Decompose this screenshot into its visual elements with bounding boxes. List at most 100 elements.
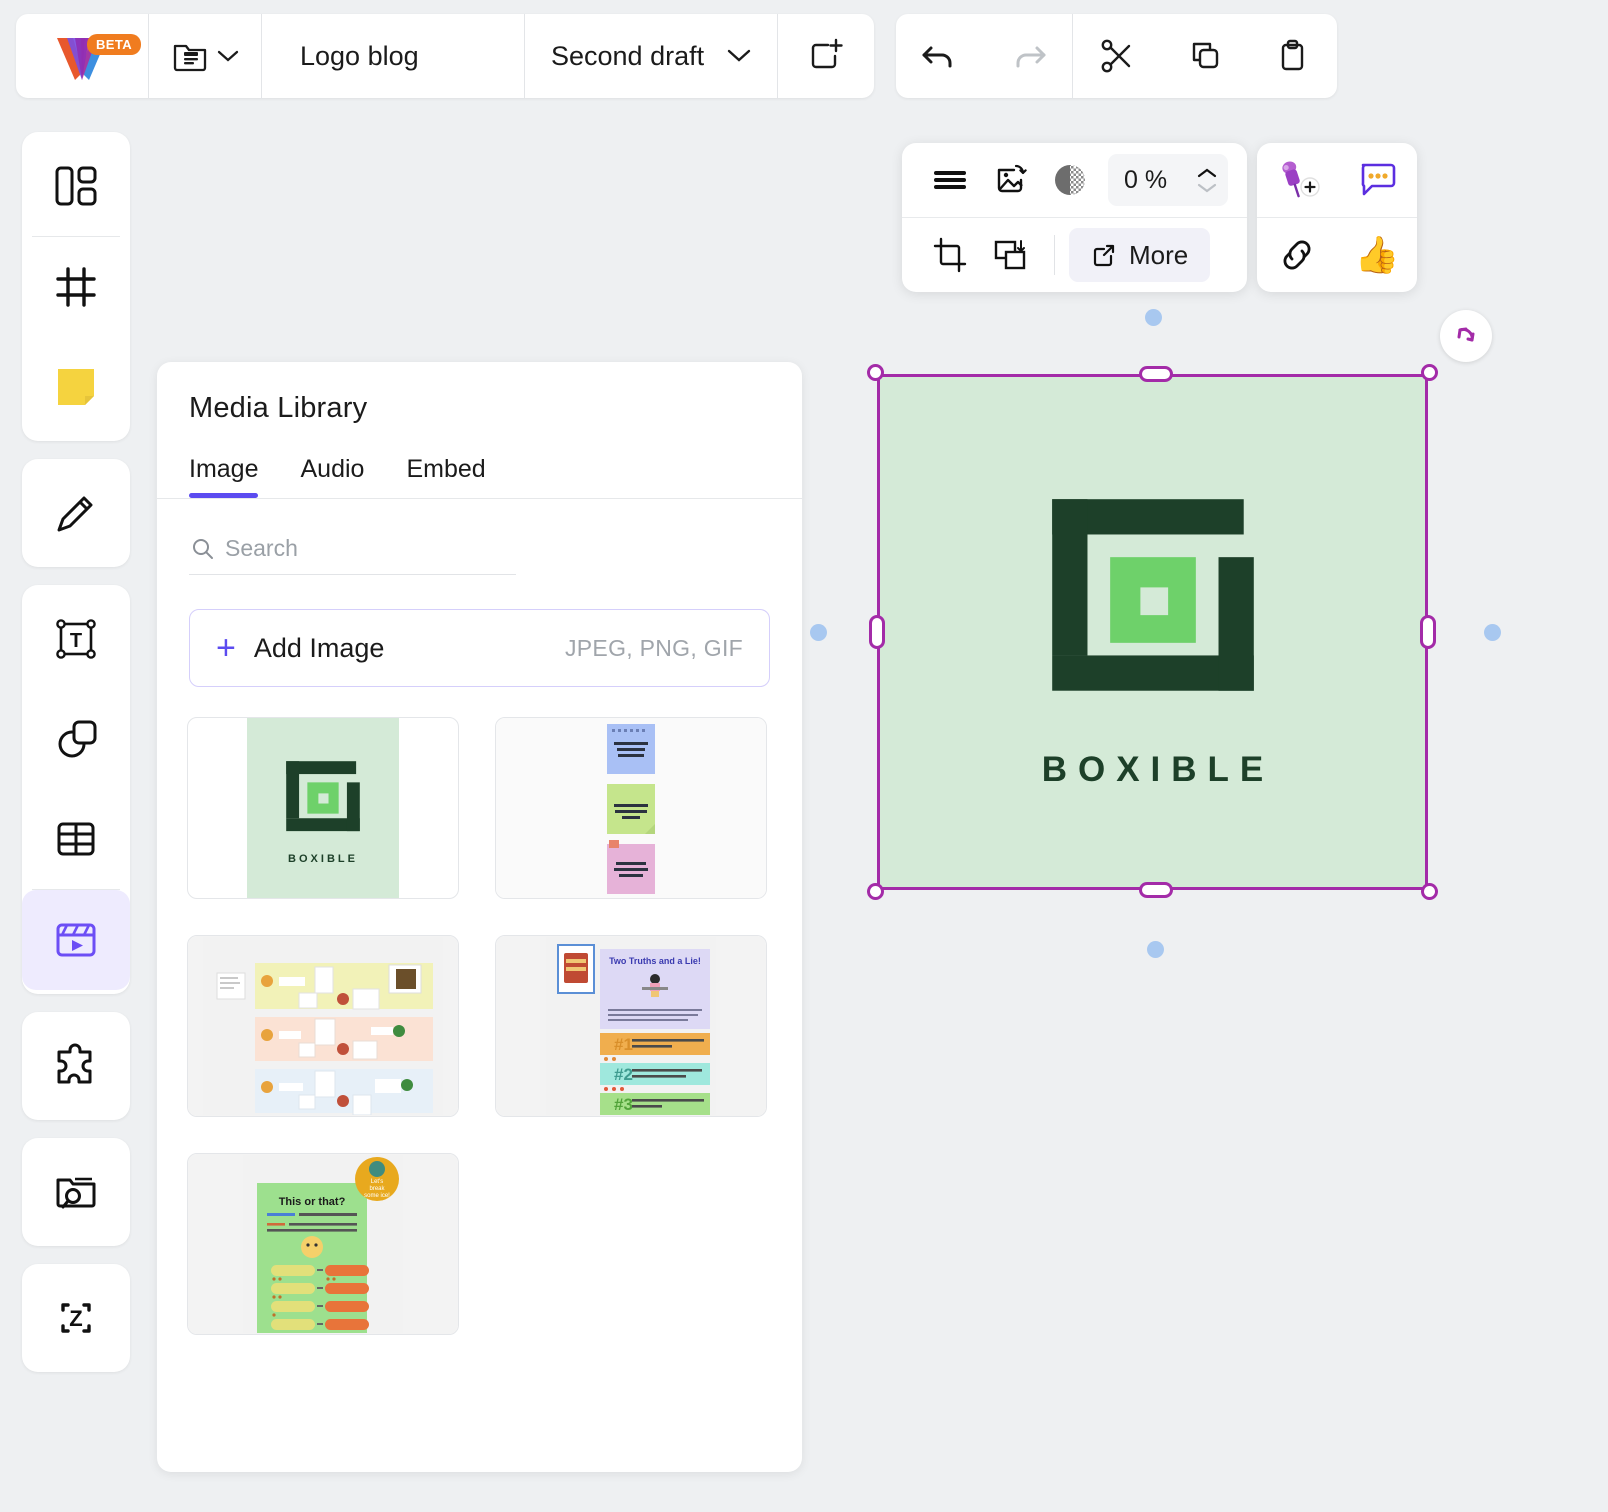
undo-arrow-icon xyxy=(922,46,952,68)
handle-middle-right[interactable] xyxy=(1420,615,1436,649)
copy-button[interactable] xyxy=(1161,14,1249,98)
link-button[interactable] xyxy=(1257,218,1337,292)
tool-group-plugins xyxy=(22,1012,130,1120)
draft-chevron xyxy=(727,48,751,63)
add-frame-icon xyxy=(811,38,843,69)
folder-document-icon xyxy=(173,44,207,72)
board-title[interactable]: Logo blog xyxy=(262,14,524,98)
tool-media[interactable] xyxy=(22,890,130,990)
tool-text[interactable]: T xyxy=(22,589,130,689)
handle-top-right[interactable] xyxy=(1421,364,1438,381)
draft-selector[interactable]: Second draft xyxy=(525,14,777,98)
add-pin-button[interactable] xyxy=(1257,143,1337,217)
search-input[interactable] xyxy=(225,535,485,562)
opacity-input-group[interactable]: 0 % xyxy=(1108,154,1228,206)
undo-button[interactable] xyxy=(896,14,984,98)
tool-sticky-note[interactable] xyxy=(22,337,130,437)
svg-text:some ice!: some ice! xyxy=(364,1193,390,1199)
reaction-row-bottom: 👍 xyxy=(1257,218,1417,292)
handle-top-left[interactable] xyxy=(867,364,884,381)
thumb-journey-art xyxy=(188,936,458,1116)
presence-dot-left xyxy=(810,624,827,641)
crop-icon xyxy=(933,237,967,273)
panel-title: Media Library xyxy=(189,392,368,424)
align-menu-button[interactable] xyxy=(920,152,980,208)
opacity-button[interactable] xyxy=(1040,152,1100,208)
more-label: More xyxy=(1129,239,1189,270)
pencil-icon xyxy=(57,496,93,532)
add-frame-button[interactable] xyxy=(778,14,874,98)
arrange-layer-button[interactable] xyxy=(980,227,1040,283)
tool-templates[interactable] xyxy=(22,136,130,236)
journey-map-art-icon xyxy=(203,937,443,1115)
thumb-two-truths[interactable]: Two Truths and a Lie! #1 #2 #3 xyxy=(495,935,767,1117)
more-button[interactable]: More xyxy=(1069,228,1211,282)
tool-group-files xyxy=(22,1138,130,1246)
handle-middle-left[interactable] xyxy=(869,615,885,649)
presence-dot-bottom xyxy=(1147,941,1164,958)
opacity-stepper[interactable] xyxy=(1196,167,1218,194)
boxible-mark-icon xyxy=(286,760,360,831)
topbar-edit-actions xyxy=(896,14,1337,98)
svg-text:break: break xyxy=(369,1186,385,1192)
thumb-sticky-notes[interactable] xyxy=(495,717,767,899)
cut-button[interactable] xyxy=(1073,14,1161,98)
board-folder-button[interactable] xyxy=(149,14,261,98)
media-tabs: Image Audio Embed xyxy=(157,425,802,498)
svg-text:T: T xyxy=(70,630,82,652)
tab-audio[interactable]: Audio xyxy=(300,455,364,498)
tool-plugins[interactable] xyxy=(22,1016,130,1116)
thumb-this-or-that[interactable]: Let's break some ice! This or that? xyxy=(187,1153,459,1335)
svg-text:Let's: Let's xyxy=(371,1179,384,1185)
handle-bottom-right[interactable] xyxy=(1421,883,1438,900)
chevron-up-icon[interactable] xyxy=(1196,167,1218,179)
opacity-contrast-icon xyxy=(1055,165,1085,195)
handle-bottom-left[interactable] xyxy=(867,883,884,900)
search-box[interactable] xyxy=(189,529,516,575)
tool-group-zoom: Z xyxy=(22,1264,130,1372)
context-row-secondary: More xyxy=(902,218,1247,292)
puzzle-piece-icon xyxy=(57,1043,92,1084)
chevron-down-icon[interactable] xyxy=(1196,182,1218,194)
svg-text:#2: #2 xyxy=(614,1065,633,1084)
tab-embed[interactable]: Embed xyxy=(406,455,485,498)
thumb-stickies-art xyxy=(496,718,766,898)
handle-top-center[interactable] xyxy=(1139,366,1173,382)
svg-text:Two Truths and a Lie!: Two Truths and a Lie! xyxy=(609,956,701,966)
rotate-handle[interactable] xyxy=(1440,310,1492,362)
redo-button[interactable] xyxy=(984,14,1072,98)
reaction-toolbar: 👍 xyxy=(1257,143,1417,292)
paste-button[interactable] xyxy=(1249,14,1337,98)
tool-browse-files[interactable] xyxy=(22,1142,130,1242)
tool-table[interactable] xyxy=(22,789,130,889)
opacity-value: 0 % xyxy=(1124,165,1168,194)
thumb-boxible-logo[interactable]: BOXIBLE xyxy=(187,717,459,899)
tool-group-draw xyxy=(22,459,130,567)
thumbs-up-button[interactable]: 👍 xyxy=(1337,218,1417,292)
comment-button[interactable] xyxy=(1337,143,1417,217)
app-logo[interactable]: BETA xyxy=(16,14,148,98)
selected-image-object[interactable]: BOXIBLE xyxy=(867,364,1438,900)
tool-shapes[interactable] xyxy=(22,689,130,789)
tool-zoom-fit[interactable]: Z xyxy=(22,1268,130,1368)
frame-grid-icon xyxy=(56,267,96,307)
selection-border xyxy=(877,374,1428,890)
zoom-frame-z-icon: Z xyxy=(61,1303,91,1333)
svg-text:#1: #1 xyxy=(614,1035,633,1054)
replace-image-button[interactable] xyxy=(980,152,1040,208)
svg-text:This or that?: This or that? xyxy=(279,1196,346,1208)
two-truths-art-icon: Two Truths and a Lie! #1 #2 #3 xyxy=(546,937,716,1115)
search-row xyxy=(157,499,802,575)
crop-button[interactable] xyxy=(920,227,980,283)
tool-group-objects: T xyxy=(22,585,130,994)
tool-pen[interactable] xyxy=(22,463,130,563)
table-icon xyxy=(57,822,95,856)
tool-frame[interactable] xyxy=(22,237,130,337)
divider xyxy=(1054,235,1055,275)
thumb-journey-map[interactable] xyxy=(187,935,459,1117)
add-image-label: Add Image xyxy=(253,632,385,663)
app-root: BETA Logo blog Second draft T Z Media Li… xyxy=(0,0,1608,1512)
handle-bottom-center[interactable] xyxy=(1139,882,1173,898)
tab-image[interactable]: Image xyxy=(189,455,259,498)
add-image-button[interactable]: + Add Image JPEG, PNG, GIF xyxy=(189,609,770,687)
